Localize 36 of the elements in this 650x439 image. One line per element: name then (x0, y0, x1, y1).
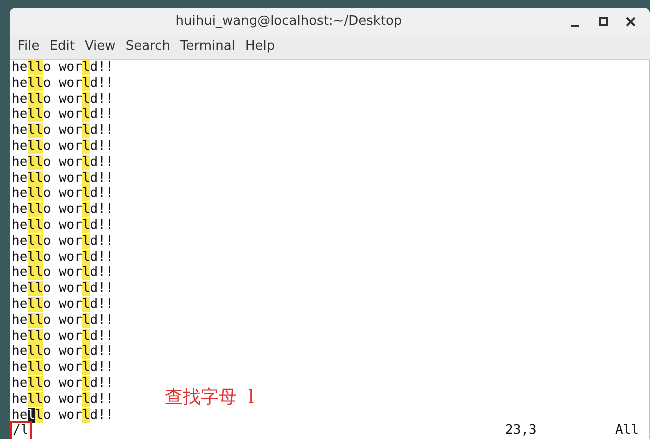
menu-item[interactable]: Edit (44, 37, 80, 57)
close-button[interactable] (624, 14, 638, 28)
text-line: hello world!! (12, 376, 115, 392)
menu-item[interactable]: Terminal (175, 37, 240, 57)
annotation-text: 查找字母 l (165, 390, 254, 406)
scroll-indicator: All (616, 423, 639, 439)
text-line: hello world!! (12, 265, 115, 282)
text-line: hello world!! (12, 234, 115, 250)
text-line: hello world!! (12, 76, 115, 92)
cursor-position: 23,3 (506, 423, 538, 439)
text-line: hello world!! (12, 408, 115, 424)
text-line: hello world!! (12, 107, 115, 124)
close-icon (626, 16, 636, 26)
text-line: hello world!! (12, 250, 115, 266)
text-line: hello world!! (12, 312, 115, 329)
command-line: /l (12, 423, 30, 439)
menu-item[interactable]: View (80, 37, 121, 57)
menu-item[interactable]: File (13, 37, 45, 57)
text-line: hello world!! (12, 154, 115, 171)
text-line: hello world!! (12, 218, 115, 234)
text-line: hello world!! (12, 60, 115, 76)
text-line: hello world!! (12, 186, 115, 202)
text-line: hello world!! (12, 138, 115, 155)
text-line: hello world!! (12, 344, 115, 360)
text-line: hello world!! (12, 92, 115, 108)
text-line: hello world!! (12, 296, 115, 313)
menu-item[interactable]: Help (240, 37, 280, 57)
text-line: hello world!! (12, 281, 115, 297)
text-line: hello world!! (12, 328, 115, 344)
window-title: huihui_wang@localhost:~/Desktop (176, 12, 402, 31)
text-line: hello world!! (12, 202, 115, 218)
text-line: hello world!! (12, 123, 115, 139)
maximize-button[interactable] (596, 14, 610, 28)
text-line: hello world!! (12, 360, 115, 376)
menu-item[interactable]: Search (120, 37, 176, 57)
text-line: hello world!! (12, 170, 115, 186)
